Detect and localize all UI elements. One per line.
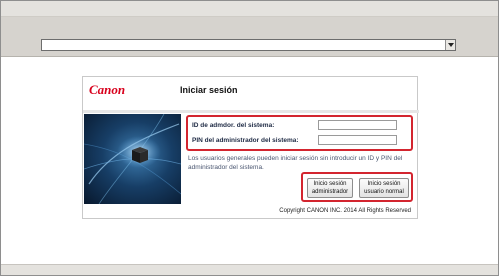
user-login-button-line1: Inicio sesión	[367, 181, 401, 187]
admin-pin-input[interactable]	[318, 135, 397, 145]
chevron-down-icon	[448, 43, 454, 47]
copyright-text: Copyright CANON INC. 2014 All Rights Res…	[279, 208, 411, 214]
login-form: ID de admdor. del sistema: PIN del admin…	[181, 114, 417, 204]
page-title: Iniciar sesión	[180, 85, 238, 95]
user-login-button[interactable]: Inicio sesión usuario normal	[359, 178, 409, 198]
address-dropdown[interactable]	[41, 39, 456, 51]
admin-pin-label: PIN del administrador del sistema:	[192, 137, 299, 144]
login-buttons-highlight: Inicio sesión administrador Inicio sesió…	[301, 172, 413, 202]
info-text: Los usuarios generales pueden iniciar se…	[188, 155, 403, 171]
title-bar	[1, 1, 498, 17]
status-bar	[1, 264, 498, 275]
dropdown-arrow-button[interactable]	[445, 40, 455, 50]
admin-id-input[interactable]	[318, 120, 397, 130]
abstract-light-image	[84, 114, 181, 204]
canon-logo: Canon	[89, 82, 126, 97]
user-login-button-line2: usuario normal	[364, 189, 404, 195]
admin-login-button[interactable]: Inicio sesión administrador	[307, 178, 353, 198]
hero-image	[84, 114, 181, 204]
admin-credentials-highlight: ID de admdor. del sistema: PIN del admin…	[186, 115, 413, 151]
browser-toolbar	[1, 17, 498, 57]
login-panel: Canon Iniciar sesión ID de admdor. del s…	[82, 76, 419, 219]
admin-id-label: ID de admdor. del sistema:	[192, 122, 275, 129]
admin-login-button-line2: administrador	[311, 189, 349, 195]
title-divider	[83, 110, 419, 113]
admin-login-button-line1: Inicio sesión	[313, 181, 347, 187]
